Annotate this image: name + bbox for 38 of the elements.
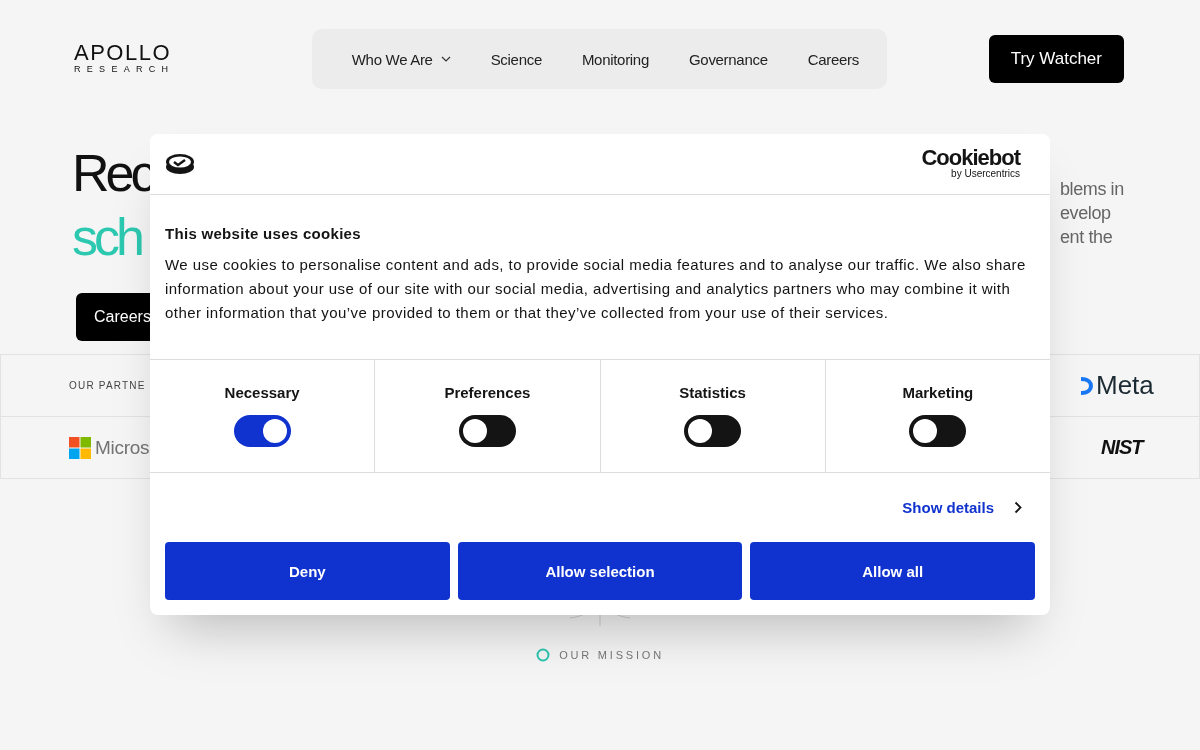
toggle-switch[interactable] — [233, 415, 291, 447]
nav-link[interactable]: Governance — [668, 50, 788, 68]
chevron-right-icon — [1014, 500, 1022, 514]
hero-heading: Rec — [72, 143, 150, 204]
dialog-text: We use cookies to personalise content and ads, to provide social media features and to analyse our traffic. We also share information about your use of our site with our social media, advertising and analytics partners who may combine it with other information that you’ve provided to them or that they’ve collected from your use of their services. — [165, 255, 1027, 323]
partner-logo: Micros — [95, 436, 150, 459]
logo-name: APOLLO — [74, 43, 173, 63]
category-label: Necessary — [224, 384, 300, 401]
nav-link[interactable]: Careers — [787, 50, 879, 68]
toggle-switch[interactable] — [458, 415, 516, 447]
partner-logo: Meta — [1096, 370, 1154, 401]
partners-label: OUR PARTNE — [69, 380, 146, 391]
section-label: OUR MISSION — [559, 649, 664, 661]
hero-text: evelop — [1060, 202, 1112, 225]
try-button[interactable]: Try Watcher — [988, 35, 1124, 83]
logo-subtitle: RESEARCH — [74, 63, 176, 75]
nav-link[interactable]: Monitoring — [561, 50, 669, 68]
nav-link[interactable]: Who We Are — [331, 50, 471, 68]
toggle-switch[interactable] — [684, 415, 742, 447]
hero-text: blems in — [1060, 178, 1125, 201]
partner-logo: NIST — [1101, 436, 1143, 459]
consent-button[interactable]: Deny — [165, 542, 450, 600]
category-label: Preferences — [444, 384, 531, 401]
show-details-link[interactable]: Show details — [902, 497, 1022, 517]
consent-button[interactable]: Allow selection — [457, 542, 743, 600]
windows-squares-icon — [69, 436, 91, 459]
brand-logo: Cookiebot — [921, 148, 1020, 168]
consent-button[interactable]: Allow all — [750, 542, 1035, 600]
hero-text: ent the — [1060, 226, 1114, 249]
nav-link[interactable]: Science — [470, 50, 562, 68]
category-label: Statistics — [679, 384, 746, 401]
brand-subtitle: by Usercentrics — [951, 168, 1020, 180]
dialog-title: This website uses cookies — [165, 225, 362, 242]
category-label: Marketing — [902, 384, 974, 401]
ring-icon — [536, 648, 551, 662]
hero-heading-accent: sch — [72, 207, 143, 268]
cookie-check-icon — [165, 153, 195, 175]
toggle-switch[interactable] — [909, 415, 967, 447]
